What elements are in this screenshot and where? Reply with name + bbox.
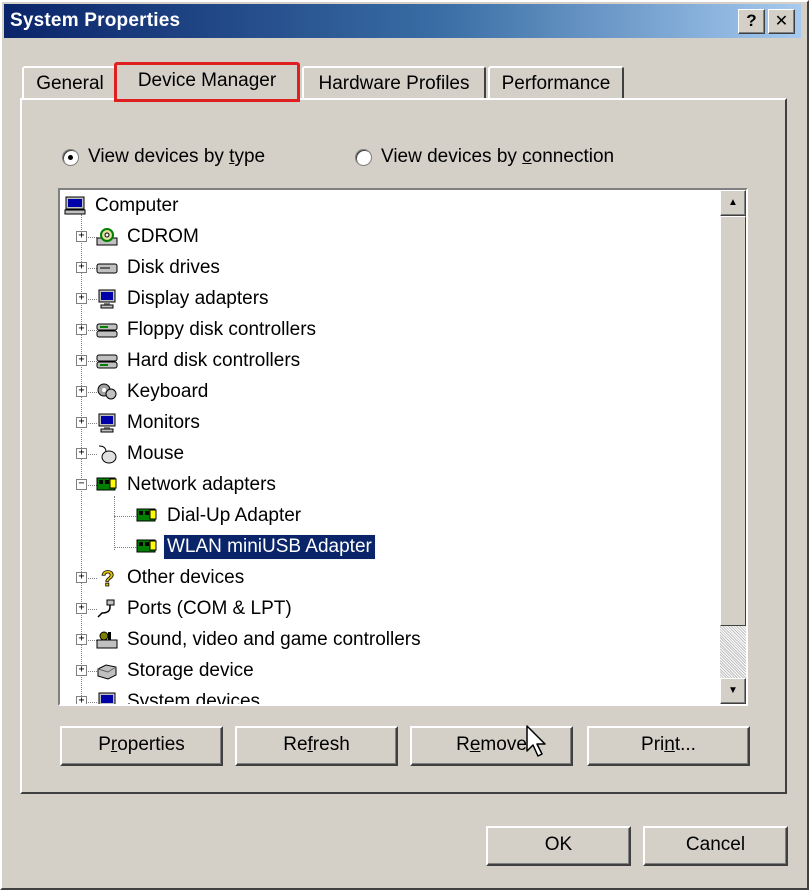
cancel-button[interactable]: Cancel — [643, 826, 788, 866]
remove-button[interactable]: Remove — [410, 726, 573, 766]
cdrom-icon — [96, 227, 118, 247]
network-card-icon — [136, 506, 158, 526]
storage-icon — [96, 661, 118, 681]
expand-keyboard-toggle[interactable]: + — [76, 386, 87, 397]
hard-disk-controller-icon — [96, 351, 118, 371]
radio-view-by-connection[interactable]: View devices by connection — [355, 144, 614, 170]
radio-by-connection-indicator[interactable] — [355, 148, 372, 166]
radio-by-type-indicator[interactable] — [62, 148, 79, 166]
expand-monitors-toggle[interactable]: + — [76, 417, 87, 428]
radio-by-connection-label: View devices by connection — [381, 146, 615, 167]
scroll-track[interactable] — [720, 626, 746, 678]
expand-storage-toggle[interactable]: + — [76, 665, 87, 676]
system-device-icon — [96, 692, 118, 704]
expand-hard-disk-controllers-toggle[interactable]: + — [76, 355, 87, 366]
network-adapter-icon — [96, 475, 118, 495]
mouse-icon — [96, 444, 118, 464]
tree-item-ports[interactable]: Ports (COM & LPT) — [96, 595, 295, 623]
tree-item-storage-device[interactable]: Storage device — [96, 657, 257, 685]
tree-item-mouse[interactable]: Mouse — [96, 440, 187, 468]
tree-item-sound-video-game[interactable]: Sound, video and game controllers — [96, 626, 424, 654]
display-adapter-icon — [96, 289, 118, 309]
scroll-down-button[interactable]: ▼ — [720, 678, 746, 704]
title-bar[interactable]: System Properties ? ✕ — [4, 4, 801, 38]
refresh-button[interactable]: Refresh — [235, 726, 398, 766]
tab-hardware-profiles[interactable]: Hardware Profiles — [302, 66, 486, 100]
monitor-icon — [96, 413, 118, 433]
expand-disk-drives-toggle[interactable]: + — [76, 262, 87, 273]
tab-performance[interactable]: Performance — [488, 66, 624, 100]
tree-item-floppy-controllers[interactable]: Floppy disk controllers — [96, 316, 319, 344]
computer-icon — [64, 196, 86, 216]
network-card-icon — [136, 537, 158, 557]
scroll-up-button[interactable]: ▲ — [720, 190, 746, 216]
help-button[interactable]: ? — [738, 9, 765, 34]
tree-item-display-adapters[interactable]: Display adapters — [96, 285, 272, 313]
scroll-thumb[interactable] — [720, 216, 746, 626]
expand-floppy-controllers-toggle[interactable]: + — [76, 324, 87, 335]
expand-sound-toggle[interactable]: + — [76, 634, 87, 645]
properties-button[interactable]: Properties — [60, 726, 223, 766]
tree-item-other-devices[interactable]: ? Other devices — [96, 564, 247, 592]
print-button[interactable]: Print... — [587, 726, 750, 766]
tree-item-dial-up-adapter[interactable]: Dial-Up Adapter — [136, 502, 304, 530]
expand-cdrom-toggle[interactable]: + — [76, 231, 87, 242]
tree-item-disk-drives[interactable]: Disk drives — [96, 254, 223, 282]
close-button[interactable]: ✕ — [768, 9, 795, 34]
device-tree-content: Computer + CDROM + Disk drives + Display… — [60, 190, 720, 704]
window-title: System Properties — [10, 10, 181, 31]
sound-icon — [96, 630, 118, 650]
svg-text:?: ? — [101, 568, 114, 588]
port-icon — [96, 599, 118, 619]
radio-view-by-type[interactable]: View devices by type — [62, 144, 265, 170]
ok-button[interactable]: OK — [486, 826, 631, 866]
tree-item-hard-disk-controllers[interactable]: Hard disk controllers — [96, 347, 303, 375]
tab-general[interactable]: General — [22, 66, 118, 100]
keyboard-icon — [96, 382, 118, 402]
tab-device-manager[interactable]: Device Manager — [114, 62, 300, 102]
expand-ports-toggle[interactable]: + — [76, 603, 87, 614]
disk-drive-icon — [96, 258, 118, 278]
collapse-network-adapters-toggle[interactable]: − — [76, 479, 87, 490]
tree-item-keyboard[interactable]: Keyboard — [96, 378, 211, 406]
device-tree[interactable]: Computer + CDROM + Disk drives + Display… — [58, 188, 748, 706]
expand-display-adapters-toggle[interactable]: + — [76, 293, 87, 304]
expand-other-devices-toggle[interactable]: + — [76, 572, 87, 583]
tree-item-system-devices[interactable]: System devices — [96, 688, 263, 704]
tree-item-wlan-miniusb-adapter[interactable]: WLAN miniUSB Adapter — [136, 533, 376, 561]
expand-mouse-toggle[interactable]: + — [76, 448, 87, 459]
floppy-controller-icon — [96, 320, 118, 340]
tree-item-cdrom[interactable]: CDROM — [96, 223, 202, 251]
expand-system-devices-toggle[interactable]: + — [76, 696, 87, 704]
mouse-cursor-icon — [526, 725, 548, 765]
question-icon: ? — [96, 566, 118, 592]
tree-item-monitors[interactable]: Monitors — [96, 409, 203, 437]
tree-scrollbar[interactable]: ▲ ▼ — [720, 190, 746, 704]
tree-root-computer[interactable]: Computer — [64, 192, 181, 220]
tree-item-network-adapters[interactable]: Network adapters — [96, 471, 279, 499]
radio-by-type-label: View devices by type — [88, 146, 266, 167]
